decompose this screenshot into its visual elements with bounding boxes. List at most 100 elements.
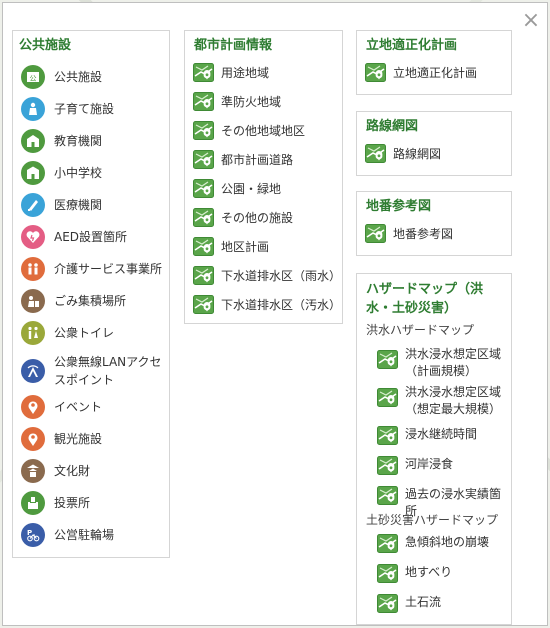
- layer-item-lot-reference[interactable]: 地番参考図: [365, 224, 453, 243]
- facility-item[interactable]: 子育て施設: [21, 97, 114, 121]
- layer-item-label: 用途地域: [221, 65, 270, 80]
- toilet-icon: [21, 321, 45, 345]
- hazard-map-title: ハザードマップ（洪 水・土砂災害）: [366, 280, 483, 318]
- facility-item[interactable]: P 公営駐輪場: [21, 523, 114, 547]
- public-facilities-title: 公共施設: [19, 38, 72, 53]
- facility-item[interactable]: 公 公共施設: [21, 65, 102, 89]
- hazard-map-box: ハザードマップ（洪 水・土砂災害） 洪水ハザードマップ洪水浸水想定区域 （計画規模…: [356, 273, 512, 625]
- facility-item-label-line2: スポイント: [54, 373, 115, 387]
- map-layer-icon: [193, 237, 214, 256]
- map-layer-icon: [365, 144, 386, 163]
- facility-item[interactable]: 小中学校: [21, 161, 102, 185]
- layer-item[interactable]: 公園・緑地: [193, 179, 281, 198]
- layer-item[interactable]: 下水道排水区（雨水）: [193, 266, 341, 285]
- hazard-layer-label: 土石流: [405, 594, 441, 611]
- layer-item-label: 地区計画: [221, 239, 270, 254]
- facility-item[interactable]: 医療機関: [21, 193, 102, 217]
- layer-item[interactable]: その他地域地区: [193, 121, 305, 140]
- facility-item-label-line1: 公衆無線LANアクセ: [54, 355, 162, 369]
- urban-planning-title: 都市計画情報: [194, 38, 273, 53]
- hazard-layer-label: 洪水浸水想定区域 （計画規模）: [405, 346, 501, 380]
- layer-item-location-plan[interactable]: 立地適正化計画: [365, 63, 477, 82]
- facility-item[interactable]: 公衆トイレ: [21, 321, 114, 345]
- svg-text:公: 公: [30, 75, 37, 83]
- facility-item[interactable]: AED設置箇所: [21, 225, 127, 249]
- hazard-layer-label-line1: 土石流: [405, 595, 442, 609]
- hazard-layer-label: 河岸浸食: [405, 456, 453, 473]
- bicycle-parking-icon: P: [21, 523, 45, 547]
- layer-menu-panel: × 公共施設 公 公共施設子育て施設教育機関小中学校医療機関 AED設置箇所介護サー…: [2, 2, 548, 626]
- medical-icon: [21, 193, 45, 217]
- facility-item[interactable]: イベント: [21, 395, 102, 419]
- layer-item[interactable]: 都市計画道路: [193, 150, 293, 169]
- hazard-layer-label: 洪水浸水想定区域 （想定最大規模）: [405, 384, 501, 418]
- hazard-layer-label-line1: 河岸浸食: [405, 457, 454, 471]
- hazard-layer-item[interactable]: 地すべり: [377, 564, 452, 583]
- urban-planning-box: 都市計画情報 用途地域準防火地域その他地域地区 都市計画道路 公園・緑地その他の施設…: [184, 30, 343, 324]
- map-layer-icon: [365, 224, 386, 243]
- facility-item[interactable]: 教育機関: [21, 129, 102, 153]
- layer-item[interactable]: 準防火地域: [193, 92, 281, 111]
- facility-item-label: 公共施設: [54, 70, 103, 84]
- hazard-layer-item[interactable]: 洪水浸水想定区域 （想定最大規模）: [377, 384, 501, 418]
- facility-item[interactable]: 文化財: [21, 459, 90, 483]
- hazard-layer-item[interactable]: 河岸浸食: [377, 456, 453, 475]
- map-layer-icon: [193, 179, 214, 198]
- facility-item-label: イベント: [54, 400, 103, 414]
- facility-item-label: AED設置箇所: [54, 230, 128, 244]
- route-map-box: 路線網図 路線網図: [356, 111, 512, 176]
- hazard-layer-label-line1: 浸水継続時間: [405, 427, 478, 441]
- facility-item-label: 教育機関: [54, 134, 103, 148]
- facility-item-label: 公衆トイレ: [54, 326, 115, 340]
- wifi-icon: [21, 359, 45, 383]
- map-layer-icon: [377, 594, 398, 613]
- layer-item[interactable]: 地区計画: [193, 237, 269, 256]
- facility-item[interactable]: ごみ集積場所: [21, 289, 126, 313]
- facility-item-label: 投票所: [54, 496, 91, 510]
- garbage-icon: [21, 289, 45, 313]
- hazard-layer-item[interactable]: 浸水継続時間: [377, 426, 477, 445]
- childcare-icon: [21, 97, 45, 121]
- hazard-layer-label-line2: （想定最大規模）: [405, 402, 502, 416]
- hazard-layer-item[interactable]: 急傾斜地の崩壊: [377, 534, 489, 553]
- hazard-layer-label-line1: 洪水浸水想定区域: [405, 347, 502, 361]
- facility-item[interactable]: 投票所: [21, 491, 90, 515]
- facility-item-label: 公衆無線LANアクセ スポイント: [54, 353, 162, 389]
- care-service-icon: [21, 257, 45, 281]
- facility-item[interactable]: 介護サービス事業所: [21, 257, 162, 281]
- layer-item-label: 下水道排水区（汚水）: [221, 297, 342, 312]
- facility-item-label: 公営駐輪場: [54, 528, 115, 542]
- layer-item[interactable]: 用途地域: [193, 63, 269, 82]
- map-layer-icon: [377, 564, 398, 583]
- facility-item[interactable]: 観光施設: [21, 427, 102, 451]
- hazard-layer-label-line1: 洪水浸水想定区域: [405, 385, 502, 399]
- map-layer-icon: [193, 92, 214, 111]
- cultural-property-icon: [21, 459, 45, 483]
- sightseeing-icon: [21, 427, 45, 451]
- layer-item[interactable]: その他の施設: [193, 208, 293, 227]
- hazard-layer-item[interactable]: 洪水浸水想定区域 （計画規模）: [377, 346, 501, 380]
- close-button[interactable]: ×: [521, 10, 541, 32]
- facility-item-label: 文化財: [54, 464, 91, 478]
- map-layer-icon: [365, 63, 386, 82]
- map-layer-icon: [377, 388, 398, 407]
- hazard-layer-item[interactable]: 土石流: [377, 594, 441, 613]
- facility-item[interactable]: 公衆無線LANアクセ スポイント: [21, 353, 162, 389]
- school-icon: [21, 129, 45, 153]
- facility-item-label: 小中学校: [54, 166, 103, 180]
- elementary-school-icon: [21, 161, 45, 185]
- map-layer-icon: [377, 486, 398, 505]
- public-building-icon: 公: [21, 65, 45, 89]
- event-icon: [21, 395, 45, 419]
- facility-item-label: 子育て施設: [54, 102, 115, 116]
- layer-item-route-map[interactable]: 路線網図: [365, 144, 441, 163]
- layer-item[interactable]: 下水道排水区（汚水）: [193, 295, 341, 314]
- flood-hazard-heading: 洪水ハザードマップ: [366, 323, 475, 337]
- map-layer-icon: [193, 150, 214, 169]
- map-layer-icon: [193, 63, 214, 82]
- hazard-map-title-line1: ハザードマップ（洪: [366, 282, 484, 297]
- facility-item-label: ごみ集積場所: [54, 294, 127, 308]
- hazard-layer-label: 急傾斜地の崩壊: [405, 534, 489, 551]
- lot-reference-title: 地番参考図: [366, 199, 432, 214]
- layer-item-label: 下水道排水区（雨水）: [221, 268, 342, 283]
